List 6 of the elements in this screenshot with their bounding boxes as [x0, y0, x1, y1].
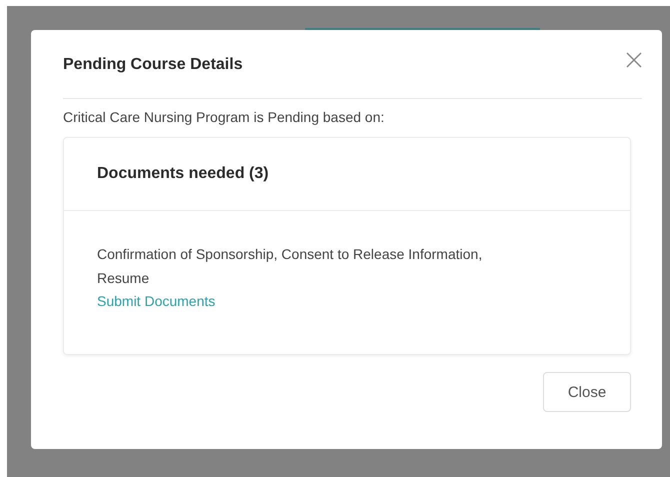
dialog-title: Pending Course Details [63, 56, 243, 74]
close-button[interactable]: Close [543, 372, 631, 412]
card-heading: Documents needed (3) [97, 165, 269, 183]
documents-list: Confirmation of Sponsorship, Consent to Release Information, Resume [97, 242, 517, 290]
close-icon[interactable] [626, 52, 642, 68]
status-message: Critical Care Nursing Program is Pending based on: [63, 109, 386, 127]
